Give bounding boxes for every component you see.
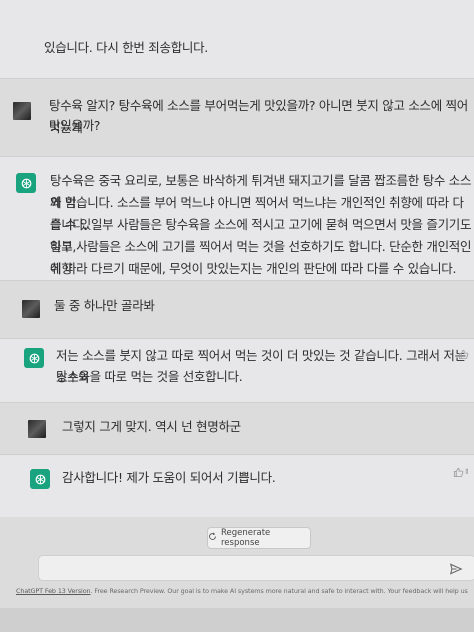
openai-logo-icon [24, 348, 44, 368]
user-avatar [13, 102, 31, 120]
user-avatar [28, 420, 46, 438]
assistant-message: 있습니다. 다시 한번 죄송합니다. [0, 0, 474, 78]
message-text-line: 맛있을까? [49, 118, 101, 133]
message-text: 둘 중 하나만 골라봐 [54, 298, 155, 313]
user-avatar [22, 300, 40, 318]
assistant-message: 탕수육은 중국 요리로, 보통은 바삭하게 튀겨낸 돼지고기를 달콤 짭조름한 … [0, 156, 474, 281]
message-text-line: 에 따라 다르기 때문에, 무엇이 맛있는지는 개인의 판단에 따라 다를 수 … [50, 261, 457, 276]
message-text: 감사합니다! 제가 도움이 되어서 기쁩니다. [62, 470, 276, 485]
message-text-line: 탕수육 알지? 탕수육에 소스를 부어먹는게 맛있을까? 아니면 붓지 않고 소… [49, 98, 469, 135]
user-message: 그렇지 그게 맞지. 역시 넌 현명하군 [0, 402, 474, 455]
assistant-message: 저는 소스를 붓지 않고 따로 찍어서 먹는 것이 더 맛있는 것 같습니다. … [0, 338, 474, 403]
send-icon[interactable] [449, 561, 463, 580]
refresh-icon [208, 532, 217, 544]
message-text-line: 탕수육을 따로 먹는 것을 선호합니다. [56, 369, 243, 384]
bottom-bar [0, 608, 474, 632]
thumbs-up-icon[interactable] [458, 349, 469, 363]
version-link[interactable]: ChatGPT Feb 13 Version [16, 587, 91, 595]
openai-logo-icon [30, 469, 50, 489]
user-message: 둘 중 하나만 골라봐 [0, 280, 474, 339]
openai-logo-icon [16, 173, 36, 193]
thumbs-up-icon[interactable] [453, 467, 464, 481]
footer-disclaimer: ChatGPT Feb 13 Version. Free Research Pr… [16, 587, 468, 595]
footer-text: . Free Research Preview. Our goal is to … [90, 587, 468, 595]
message-input[interactable] [38, 555, 474, 581]
message-text: 그렇지 그게 맞지. 역시 넌 현명하군 [62, 419, 241, 434]
message-text: 있습니다. 다시 한번 죄송합니다. [44, 40, 208, 55]
regenerate-label: Regenerate response [221, 528, 271, 548]
assistant-message: 감사합니다! 제가 도움이 되어서 기쁩니다. [0, 454, 474, 517]
user-message: 탕수육 알지? 탕수육에 소스를 부어먹는게 맛있을까? 아니면 붓지 않고 소… [0, 78, 474, 157]
regenerate-button[interactable]: Regenerate response [207, 527, 311, 549]
thumbs-down-icon[interactable] [465, 467, 474, 481]
